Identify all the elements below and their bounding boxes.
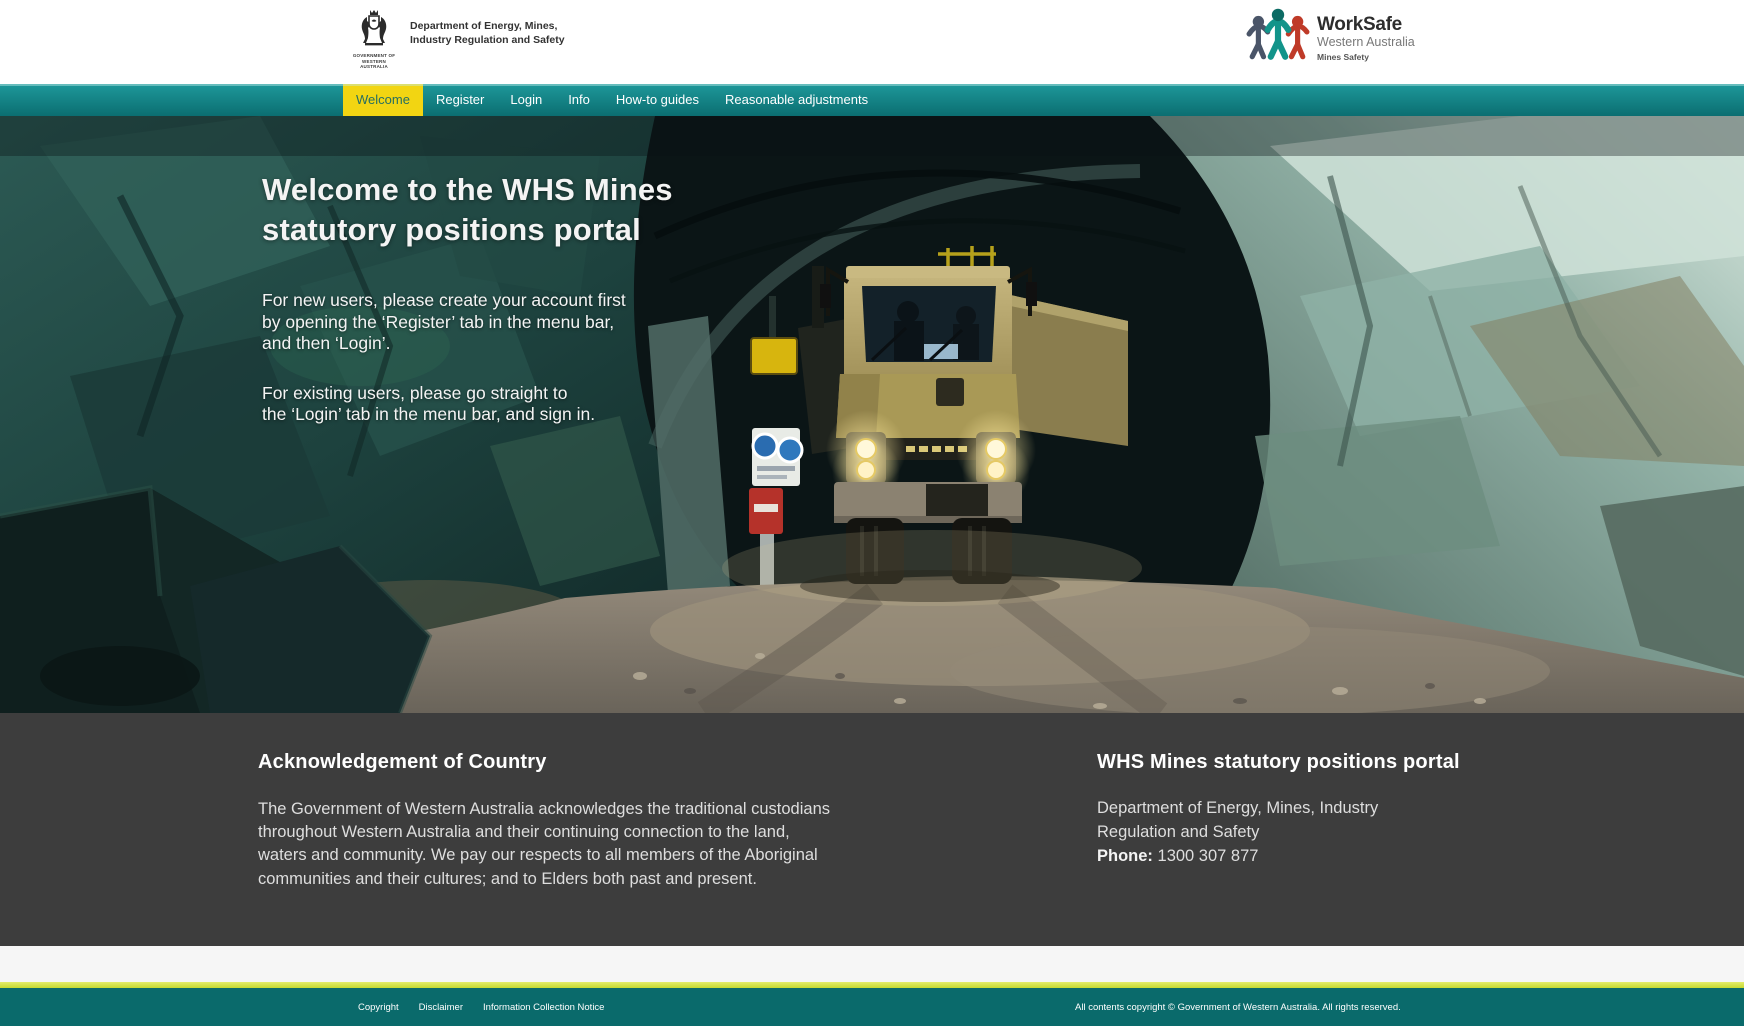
portal-info-heading: WHS Mines statutory positions portal [1097, 751, 1527, 774]
tab-welcome[interactable]: Welcome [343, 84, 423, 116]
department-logo: GOVERNMENT OF WESTERN AUSTRALIA Departme… [350, 9, 565, 70]
wa-coat-of-arms-icon [357, 9, 391, 47]
footer-link-disclaimer[interactable]: Disclaimer [419, 1002, 463, 1013]
hero-heading-line1: Welcome to the WHS Mines [262, 172, 673, 207]
wa-crest: GOVERNMENT OF WESTERN AUSTRALIA [350, 9, 398, 70]
worksafe-title: WorkSafe [1317, 15, 1415, 35]
hero-copy: Welcome to the WHS Mines statutory posit… [262, 170, 673, 426]
hero-paragraph-new-users: For new users, please create your accoun… [262, 290, 673, 355]
crest-caption: GOVERNMENT OF WESTERN AUSTRALIA [350, 53, 398, 70]
tab-login[interactable]: Login [497, 84, 555, 116]
portal-phone: Phone: 1300 307 877 [1097, 844, 1527, 868]
main-nav: Welcome Register Login Info How-to guide… [0, 84, 1744, 116]
tab-info[interactable]: Info [555, 84, 603, 116]
worksafe-text: WorkSafe Western Australia Mines Safety [1317, 7, 1415, 62]
hero-paragraph-existing-users: For existing users, please go straight t… [262, 383, 673, 426]
acknowledgement-body: The Government of Western Australia ackn… [258, 798, 938, 891]
tab-register[interactable]: Register [423, 84, 497, 116]
footer-white-band [0, 946, 1744, 982]
whs-mines-portal-page: GOVERNMENT OF WESTERN AUSTRALIA Departme… [0, 0, 1744, 1026]
hero-heading: Welcome to the WHS Mines statutory posit… [262, 170, 673, 250]
department-name: Department of Energy, Mines, Industry Re… [410, 9, 565, 47]
site-header: GOVERNMENT OF WESTERN AUSTRALIA Departme… [0, 0, 1744, 84]
portal-department-line1: Department of Energy, Mines, Industry [1097, 796, 1527, 820]
worksafe-division: Mines Safety [1317, 52, 1415, 62]
bottom-bar: Copyright Disclaimer Information Collect… [0, 988, 1744, 1026]
worksafe-logo: WorkSafe Western Australia Mines Safety [1246, 7, 1415, 62]
phone-number: 1300 307 877 [1158, 847, 1259, 865]
worksafe-people-icon [1246, 7, 1310, 61]
worksafe-region: Western Australia [1317, 35, 1415, 50]
portal-department-line2: Regulation and Safety [1097, 820, 1527, 844]
tab-reasonable-adjustments[interactable]: Reasonable adjustments [712, 84, 881, 116]
footer-link-information-collection-notice[interactable]: Information Collection Notice [483, 1002, 604, 1013]
hero-heading-line2: statutory positions portal [262, 212, 641, 247]
footer-links: Copyright Disclaimer Information Collect… [358, 988, 604, 1026]
acknowledgement-of-country: Acknowledgement of Country The Governmen… [258, 751, 938, 891]
portal-contact-info: WHS Mines statutory positions portal Dep… [1097, 751, 1527, 868]
footer-link-copyright[interactable]: Copyright [358, 1002, 399, 1013]
acknowledgement-heading: Acknowledgement of Country [258, 751, 938, 774]
info-section: Acknowledgement of Country The Governmen… [0, 713, 1744, 946]
phone-label: Phone: [1097, 847, 1153, 865]
footer-copyright-text: All contents copyright © Government of W… [1075, 988, 1401, 1026]
hero-section: Welcome to the WHS Mines statutory posit… [0, 116, 1744, 713]
tab-how-to-guides[interactable]: How-to guides [603, 84, 712, 116]
